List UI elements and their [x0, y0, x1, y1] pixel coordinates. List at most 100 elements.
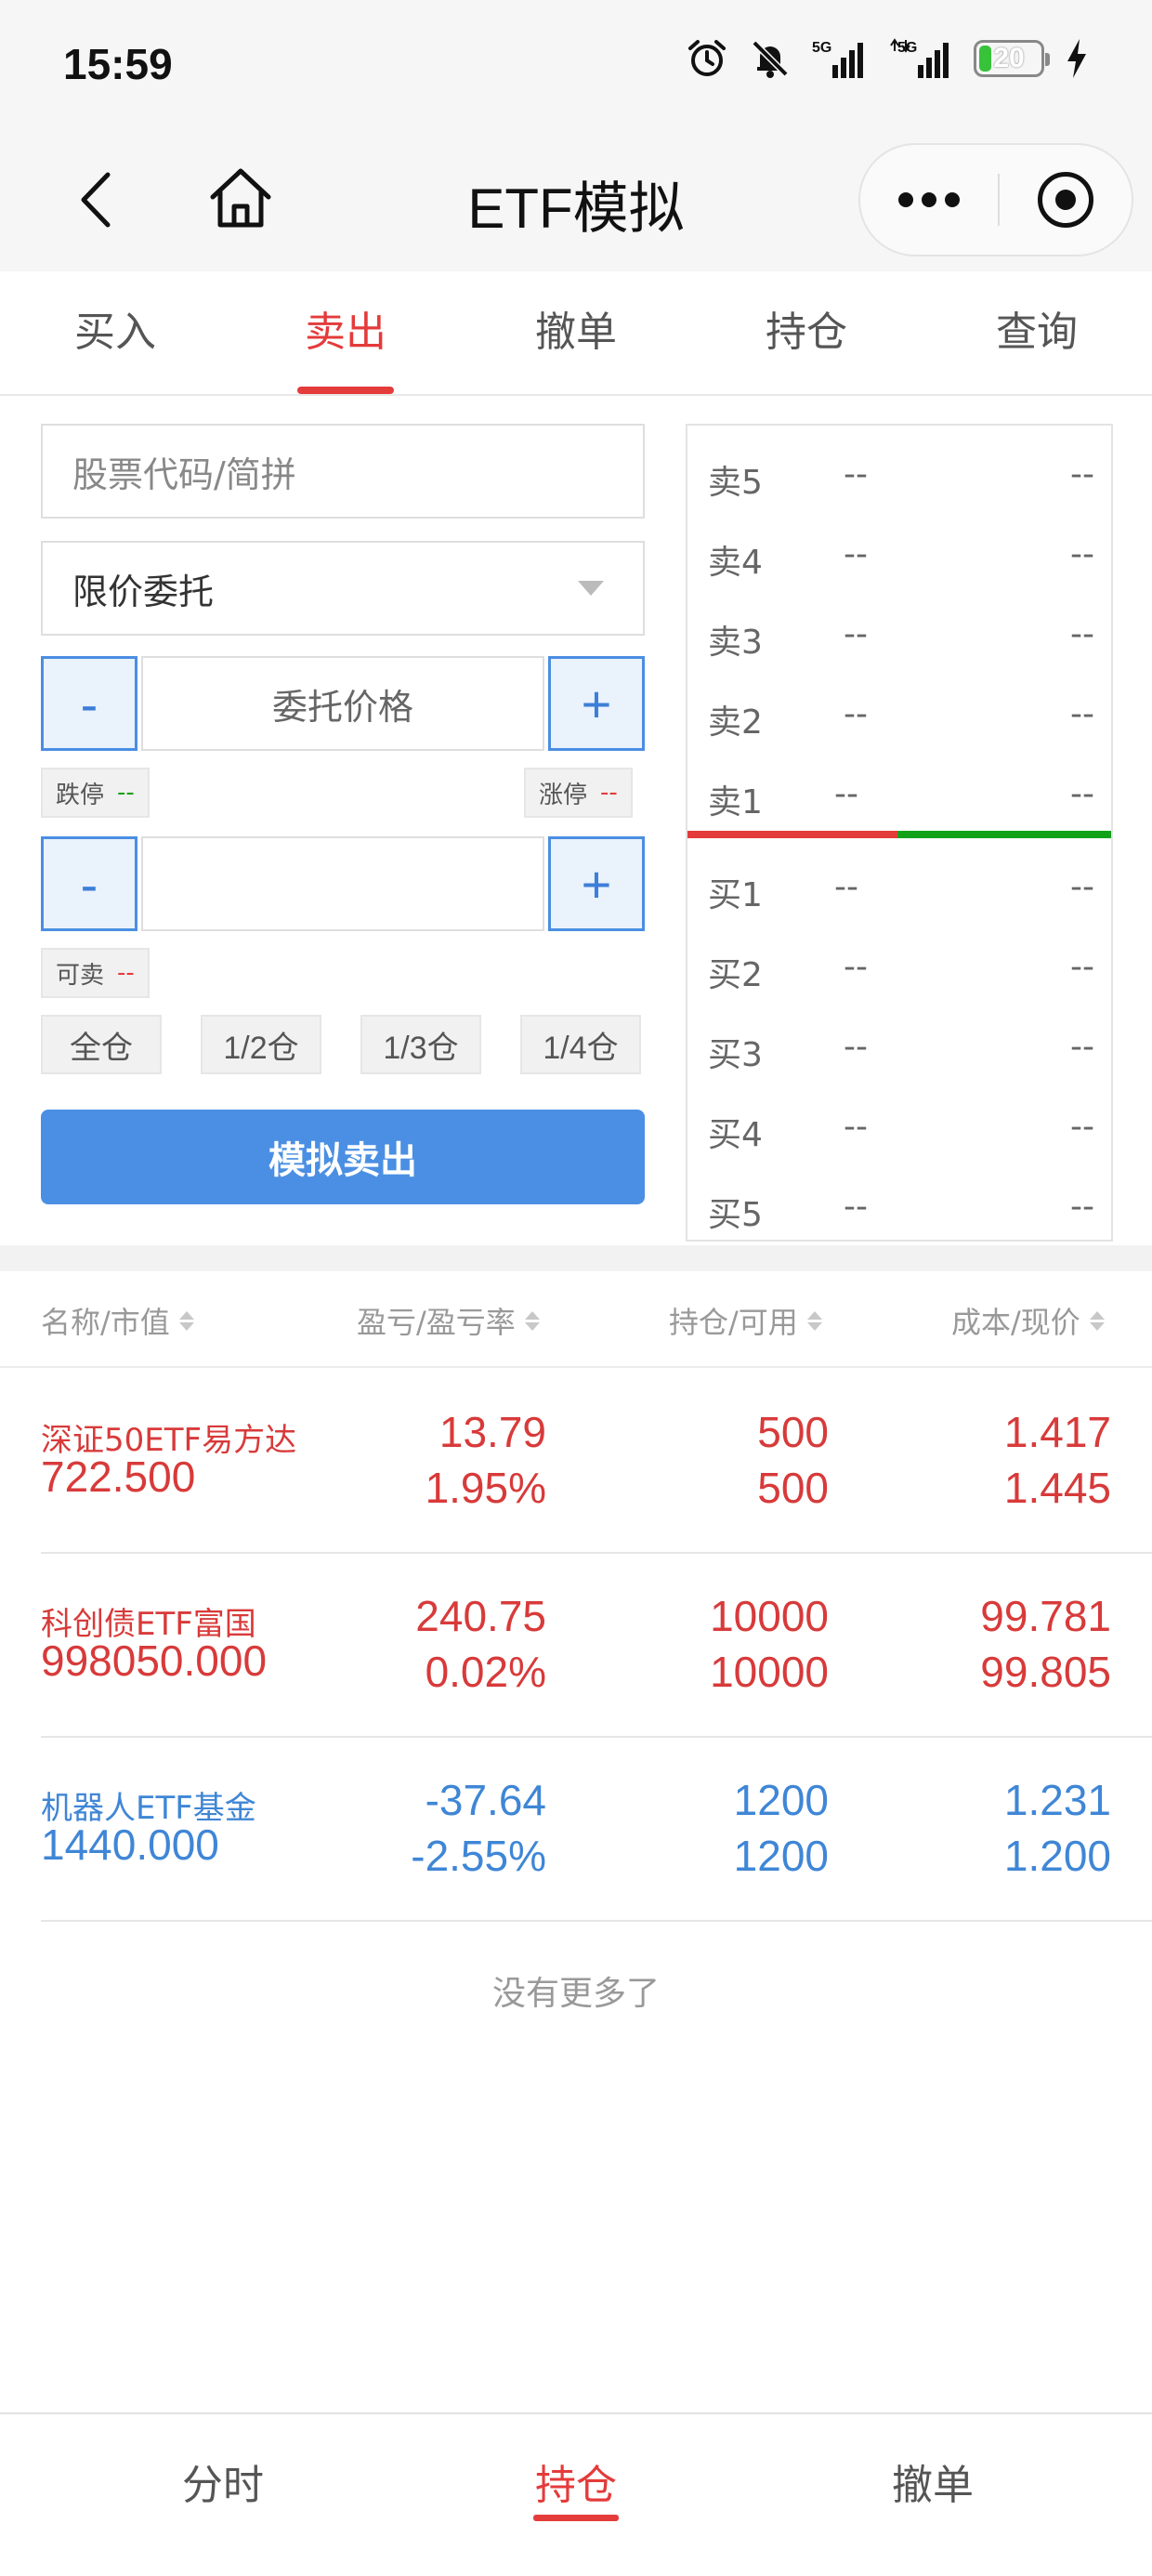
- quantity-input[interactable]: [141, 836, 544, 931]
- bid-volume: --: [1070, 1188, 1094, 1226]
- positions-table-header: 名称/市值 盈亏/盈亏率 持仓/可用 成本/现价: [0, 1271, 1152, 1368]
- bid-volume: --: [1070, 1028, 1094, 1066]
- market-value: 722.500: [41, 1452, 196, 1501]
- ask-label: 卖2: [708, 703, 763, 742]
- order-type-select[interactable]: 限价委托: [41, 541, 645, 636]
- trade-tabs: 买入 卖出 撤单 持仓 查询: [0, 271, 1152, 396]
- ask-row-2: 卖2 -- --: [687, 688, 1111, 743]
- limit-up-label: 涨停: [539, 781, 588, 809]
- price-plus-button[interactable]: +: [548, 656, 645, 751]
- bottom-nav: 分时 持仓 撤单: [0, 2412, 1152, 2576]
- position-full-button[interactable]: 全仓: [41, 1015, 162, 1074]
- sort-icon: [178, 1310, 194, 1331]
- order-book: 卖5 -- -- 卖4 -- -- 卖3 -- -- 卖2 -- -- 卖1 -…: [686, 424, 1113, 1242]
- holding-qty: 500: [757, 1408, 829, 1456]
- svg-text:5G: 5G: [812, 40, 831, 56]
- ask-volume: --: [1070, 535, 1094, 573]
- alarm-icon: [688, 40, 726, 76]
- pnl-value: 240.75: [415, 1592, 546, 1640]
- bottom-tab-holdings[interactable]: 持仓: [483, 2451, 669, 2511]
- order-type-value: 限价委托: [72, 571, 215, 612]
- signal-5g-data-icon: 5G: [890, 38, 949, 78]
- more-dots-icon: [898, 192, 913, 207]
- current-price: 1.200: [1003, 1832, 1111, 1880]
- holding-qty: 1200: [733, 1776, 829, 1824]
- bid-label: 买3: [708, 1036, 763, 1074]
- market-value: 998050.000: [41, 1636, 268, 1685]
- battery-level: [979, 46, 991, 72]
- more-options-button[interactable]: [860, 145, 998, 255]
- table-row[interactable]: 科创债ETF富国 998050.000 240.75 0.02% 10000 10000 9…: [0, 1554, 1152, 1738]
- tab-cancel[interactable]: 撤单: [461, 271, 691, 394]
- price-input[interactable]: 委托价格: [141, 656, 544, 751]
- ask-price: --: [844, 615, 868, 653]
- bid-price: --: [844, 1028, 868, 1066]
- tab-buy[interactable]: 买入: [0, 271, 230, 394]
- bid-row-5: 买5 -- --: [687, 1180, 1111, 1236]
- table-row[interactable]: 深证50ETF易方达 722.500 13.79 1.95% 500 500 1.417 1.…: [0, 1370, 1152, 1554]
- limit-down-label: 跌停: [56, 781, 105, 809]
- limit-up-chip: 涨停 --: [524, 768, 633, 818]
- bottom-tab-timeshare[interactable]: 分时: [130, 2451, 316, 2511]
- sellable-value: --: [117, 959, 135, 987]
- limit-down-value: --: [117, 779, 135, 807]
- position-third-button[interactable]: 1/3仓: [360, 1015, 481, 1074]
- bid-label: 买1: [708, 876, 763, 914]
- bid-price: --: [844, 1188, 868, 1226]
- bid-price: --: [844, 948, 868, 986]
- available-qty: 1200: [733, 1832, 829, 1880]
- bid-row-3: 买3 -- --: [687, 1020, 1111, 1076]
- header-label: 成本/现价: [951, 1305, 1080, 1340]
- header-label: 名称/市值: [41, 1305, 170, 1340]
- simulate-sell-button[interactable]: 模拟卖出: [41, 1110, 645, 1204]
- ask-label: 卖1: [708, 783, 763, 821]
- header-pnl[interactable]: 盈亏/盈亏率: [357, 1299, 540, 1342]
- bottom-tab-cancel[interactable]: 撤单: [840, 2451, 1026, 2511]
- ask-label: 卖5: [708, 464, 763, 502]
- ask-price: --: [844, 695, 868, 733]
- quantity-plus-button[interactable]: +: [548, 836, 645, 931]
- bid-volume: --: [1070, 868, 1094, 906]
- ask-row-4: 卖4 -- --: [687, 528, 1111, 584]
- stock-code-input[interactable]: 股票代码/简拼: [41, 424, 645, 519]
- tab-holdings[interactable]: 持仓: [691, 271, 922, 394]
- market-value: 1440.000: [41, 1820, 219, 1869]
- bid-label: 买2: [708, 956, 763, 994]
- price-minus-button[interactable]: -: [41, 656, 137, 751]
- ask-volume: --: [1070, 615, 1094, 653]
- position-quarter-button[interactable]: 1/4仓: [520, 1015, 641, 1074]
- ask-row-5: 卖5 -- --: [687, 448, 1111, 504]
- table-row[interactable]: 机器人ETF基金 1440.000 -37.64 -2.55% 1200 1200 1.23…: [0, 1738, 1152, 1922]
- status-icons: 5G 5G 20: [686, 37, 1089, 80]
- available-qty: 10000: [710, 1648, 829, 1696]
- ask-row-3: 卖3 -- --: [687, 608, 1111, 664]
- cost-price: 1.417: [1003, 1408, 1111, 1456]
- battery-text: 20: [993, 43, 1025, 73]
- more-dot: [945, 192, 960, 207]
- sort-icon: [524, 1310, 540, 1331]
- bottom-active-indicator: [533, 2515, 619, 2521]
- position-half-button[interactable]: 1/2仓: [201, 1015, 321, 1074]
- target-dot: [1055, 190, 1076, 210]
- header-holding[interactable]: 持仓/可用: [669, 1299, 822, 1342]
- charging-icon: [1067, 39, 1086, 78]
- limit-up-value: --: [600, 779, 618, 807]
- holding-qty: 10000: [710, 1592, 829, 1640]
- bid-side-bar: [897, 831, 1111, 838]
- pnl-rate: -2.55%: [411, 1832, 546, 1880]
- close-program-button[interactable]: [1000, 145, 1132, 255]
- bid-price: --: [834, 868, 858, 906]
- mute-bell-icon: [752, 40, 789, 78]
- header-name-value[interactable]: 名称/市值: [41, 1299, 194, 1342]
- bid-row-1: 买1 -- --: [687, 861, 1111, 916]
- sort-icon: [806, 1310, 822, 1331]
- target-icon: [1038, 172, 1093, 228]
- header-cost-price[interactable]: 成本/现价: [951, 1299, 1105, 1342]
- cost-price: 1.231: [1003, 1776, 1111, 1824]
- tab-sell[interactable]: 卖出: [230, 271, 461, 394]
- top-area: 15:59 5G 5G 20 ETF模拟: [0, 0, 1152, 271]
- bid-label: 买4: [708, 1116, 763, 1154]
- quantity-minus-button[interactable]: -: [41, 836, 137, 931]
- ask-side-bar: [687, 831, 897, 838]
- tab-query[interactable]: 查询: [922, 271, 1152, 394]
